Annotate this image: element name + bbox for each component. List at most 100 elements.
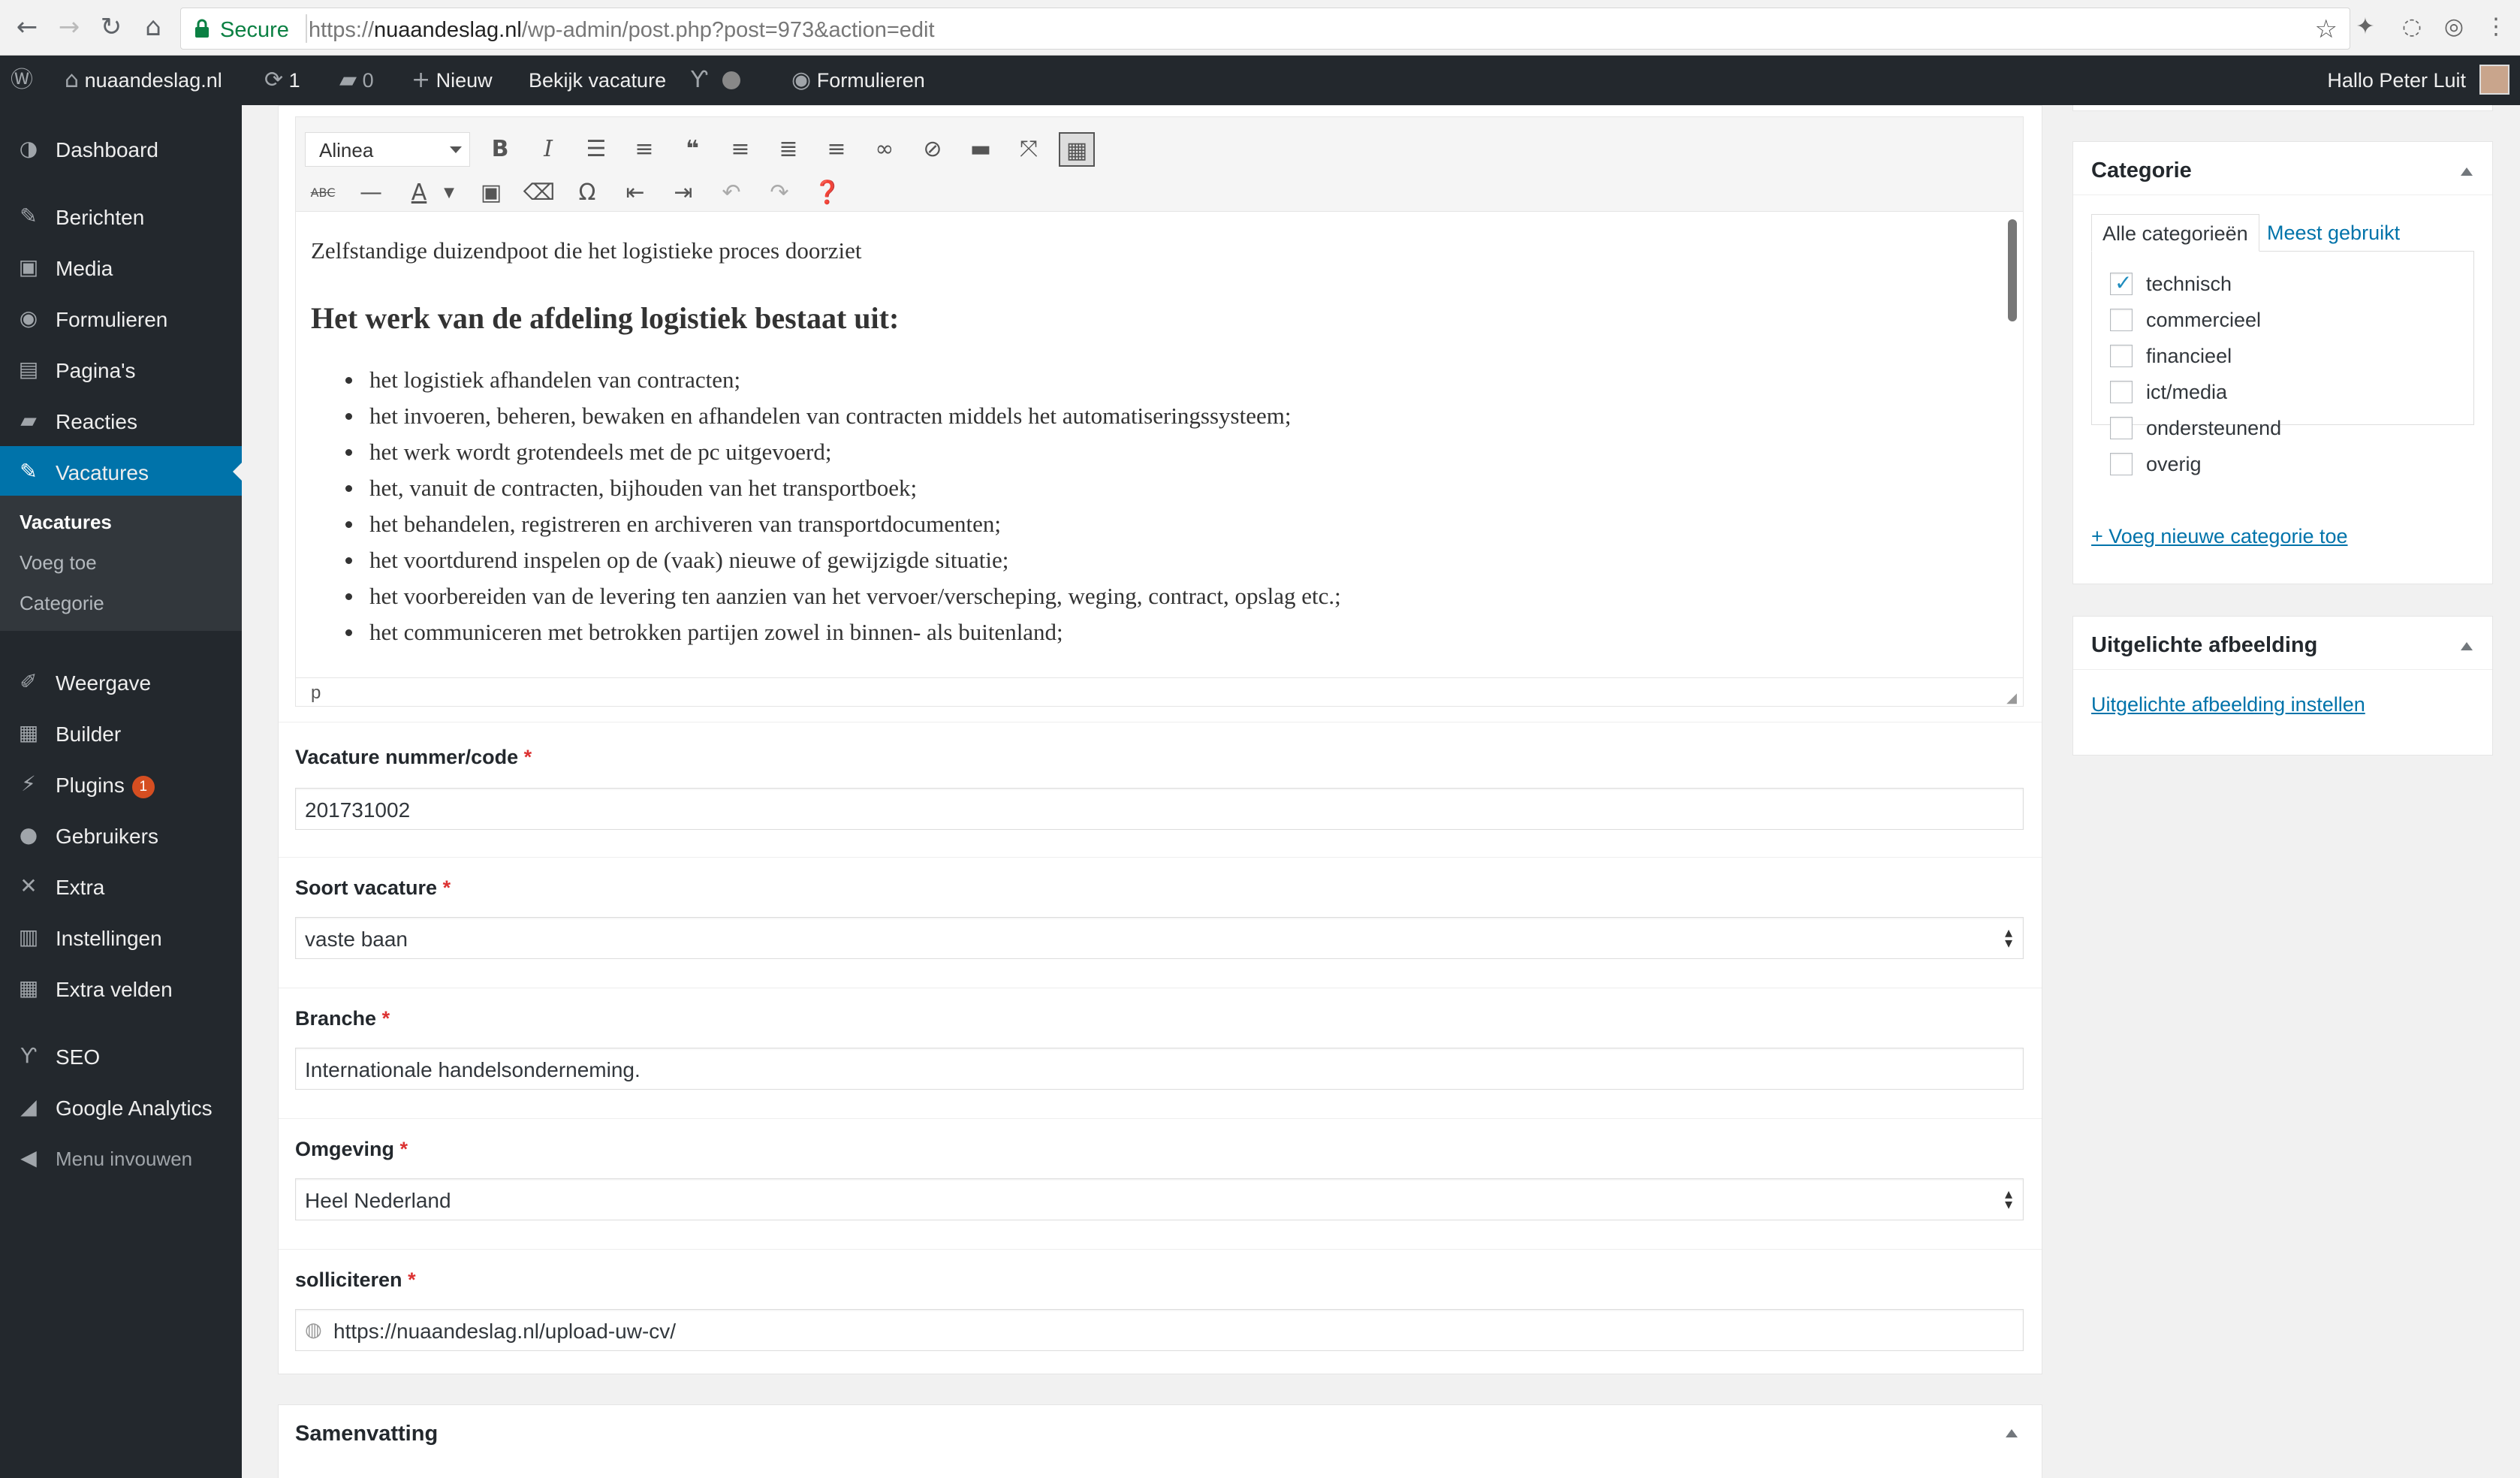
element-path[interactable]: p xyxy=(311,683,321,704)
forms-link[interactable]: ◉ Formulieren xyxy=(791,56,925,105)
checkbox[interactable] xyxy=(2110,453,2133,475)
address-bar[interactable]: Secure https://nuaandeslag.nl/wp-admin/p… xyxy=(180,8,2350,50)
numbered-list-icon[interactable]: ≡ xyxy=(626,132,662,167)
account-greeting[interactable]: Hallo Peter Luit xyxy=(2327,56,2466,105)
submenu-category[interactable]: Categorie xyxy=(20,592,104,615)
menu-dashboard[interactable]: ◑ Dashboard xyxy=(0,123,242,174)
url-text[interactable]: https://nuaandeslag.nl/wp-admin/post.php… xyxy=(309,18,935,43)
menu-forms[interactable]: ◉ Formulieren xyxy=(0,293,242,344)
menu-media[interactable]: ▣ Media xyxy=(0,242,242,293)
forward-icon[interactable]: → xyxy=(53,11,86,44)
region-select[interactable]: Heel Nederland ▴ ▾ xyxy=(295,1178,2024,1220)
new-content-link[interactable]: + Nieuw xyxy=(411,56,493,105)
paste-text-icon[interactable]: ▣ xyxy=(473,176,509,210)
select-arrows-icon: ▴ ▾ xyxy=(2004,923,2012,952)
submenu-add-new[interactable]: Voeg toe xyxy=(20,551,97,575)
redo-icon[interactable]: ↷ xyxy=(761,176,797,210)
checkbox[interactable] xyxy=(2110,381,2133,403)
home-icon[interactable]: ⌂ xyxy=(137,11,170,44)
align-right-icon[interactable]: ≡ xyxy=(818,132,855,167)
bold-icon[interactable]: B xyxy=(482,132,518,167)
updates-link[interactable]: ⟳ 1 xyxy=(264,56,300,105)
bookmark-star-icon[interactable]: ☆ xyxy=(2315,14,2338,44)
wordpress-logo-icon[interactable]: Ⓦ xyxy=(11,56,33,105)
yoast-icon: Ƴ xyxy=(20,1043,37,1068)
outdent-icon[interactable]: ⇤ xyxy=(617,176,653,210)
check-icon: ✓ xyxy=(2115,270,2133,295)
globe-icon: ◍ xyxy=(305,1319,322,1341)
menu-plugins[interactable]: ⚡ Plugins 1 xyxy=(0,759,242,810)
add-category-link[interactable]: + Voeg nieuwe categorie toe xyxy=(2091,525,2348,548)
menu-settings[interactable]: ▥ Instellingen xyxy=(0,912,242,963)
link-icon[interactable]: ∞ xyxy=(867,132,903,167)
format-select[interactable]: Alinea xyxy=(305,132,470,167)
editor-scrollbar[interactable] xyxy=(2008,219,2017,321)
extension-icon[interactable]: ◌ xyxy=(2397,12,2427,42)
url-separator xyxy=(306,14,307,43)
read-more-icon[interactable]: ▬ xyxy=(963,132,999,167)
editor-content[interactable]: Zelfstandige duizendpoot die het logisti… xyxy=(296,212,2023,662)
resize-handle-icon[interactable]: ◢ xyxy=(2006,690,2017,706)
menu-vacancies[interactable]: ✎ Vacatures xyxy=(0,446,242,497)
bullet-list-icon[interactable]: ☰ xyxy=(578,132,614,167)
menu-icon[interactable]: ⋮ xyxy=(2481,12,2511,42)
menu-users[interactable]: ● Gebruikers xyxy=(0,810,242,861)
menu-collapse[interactable]: ◀ Menu invouwen xyxy=(0,1133,242,1184)
home-icon: ⌂ xyxy=(65,67,80,93)
collapse-arrow-icon[interactable] xyxy=(2006,1429,2018,1437)
special-character-icon[interactable]: Ω xyxy=(569,176,605,210)
strikethrough-icon[interactable]: ABC xyxy=(305,176,341,210)
featured-image-title: Uitgelichte afbeelding xyxy=(2091,633,2318,657)
checkbox[interactable] xyxy=(2110,417,2133,439)
vacancies-submenu: Vacatures Voeg toe Categorie xyxy=(0,496,242,631)
yoast-seo-icon[interactable]: Ƴ xyxy=(691,56,740,105)
menu-custom-fields[interactable]: ▦ Extra velden xyxy=(0,963,242,1014)
menu-appearance[interactable]: ✐ Weergave xyxy=(0,656,242,707)
menu-google-analytics[interactable]: ◢ Google Analytics xyxy=(0,1081,242,1133)
apply-url-input[interactable]: ◍ https://nuaandeslag.nl/upload-uw-cv/ xyxy=(295,1309,2024,1351)
reload-icon[interactable]: ↻ xyxy=(95,11,128,44)
list-item: het voorbereiden van de levering ten aan… xyxy=(345,578,1341,614)
list-item: het communiceren met betrokken partijen … xyxy=(345,614,1341,650)
clear-formatting-icon[interactable]: ⌫ xyxy=(521,176,557,210)
comments-link[interactable]: ▰ 0 xyxy=(339,56,374,105)
type-select[interactable]: vaste baan ▴ ▾ xyxy=(295,917,2024,959)
help-icon[interactable]: ❓ xyxy=(809,176,846,210)
admin-bar: Ⓦ ⌂ nuaandeslag.nl ⟳ 1 ▰ 0 + Nieuw Bekij… xyxy=(0,56,2520,105)
align-center-icon[interactable]: ≣ xyxy=(770,132,806,167)
view-vacancy-link[interactable]: Bekijk vacature xyxy=(529,56,666,105)
tab-all-categories[interactable]: Alle categorieën xyxy=(2091,214,2259,252)
checkbox[interactable]: ✓ xyxy=(2110,270,2133,295)
align-left-icon[interactable]: ≡ xyxy=(722,132,758,167)
collapse-arrow-icon[interactable] xyxy=(2461,642,2473,650)
unlink-icon[interactable]: ⊘ xyxy=(915,132,951,167)
back-icon[interactable]: ← xyxy=(11,11,44,44)
fullscreen-icon[interactable]: ⤧ xyxy=(1011,132,1047,167)
extension-icon[interactable]: ◎ xyxy=(2439,12,2469,42)
branche-input[interactable]: Internationale handelsonderneming. xyxy=(295,1048,2024,1090)
menu-builder[interactable]: ▦ Builder xyxy=(0,707,242,759)
site-name-link[interactable]: ⌂ nuaandeslag.nl xyxy=(65,56,222,105)
menu-comments[interactable]: ▰ Reacties xyxy=(0,395,242,446)
horizontal-line-icon[interactable]: — xyxy=(353,176,389,210)
indent-icon[interactable]: ⇥ xyxy=(665,176,701,210)
undo-icon[interactable]: ↶ xyxy=(713,176,749,210)
code-input[interactable]: 201731002 xyxy=(295,788,2024,830)
set-featured-image-link[interactable]: Uitgelichte afbeelding instellen xyxy=(2091,693,2365,716)
menu-seo[interactable]: Ƴ SEO xyxy=(0,1030,242,1081)
blockquote-icon[interactable]: ❝ xyxy=(674,132,710,167)
checkbox[interactable] xyxy=(2110,345,2133,367)
extension-icon[interactable]: ✦ xyxy=(2350,12,2380,42)
tab-most-used[interactable]: Meest gebruikt xyxy=(2256,214,2410,252)
fields-icon: ▦ xyxy=(18,976,39,1000)
checkbox[interactable] xyxy=(2110,309,2133,331)
italic-icon[interactable]: I xyxy=(530,132,566,167)
collapse-arrow-icon[interactable] xyxy=(2461,167,2473,176)
submenu-vacancies[interactable]: Vacatures xyxy=(20,511,112,534)
avatar[interactable] xyxy=(2479,65,2509,95)
chevron-down-icon[interactable]: ▼ xyxy=(431,176,467,210)
menu-tools[interactable]: ✕ Extra xyxy=(0,861,242,912)
menu-pages[interactable]: ▤ Pagina's xyxy=(0,344,242,395)
toolbar-toggle-icon[interactable]: ▦ xyxy=(1059,132,1095,167)
menu-posts[interactable]: ✎ Berichten xyxy=(0,191,242,242)
